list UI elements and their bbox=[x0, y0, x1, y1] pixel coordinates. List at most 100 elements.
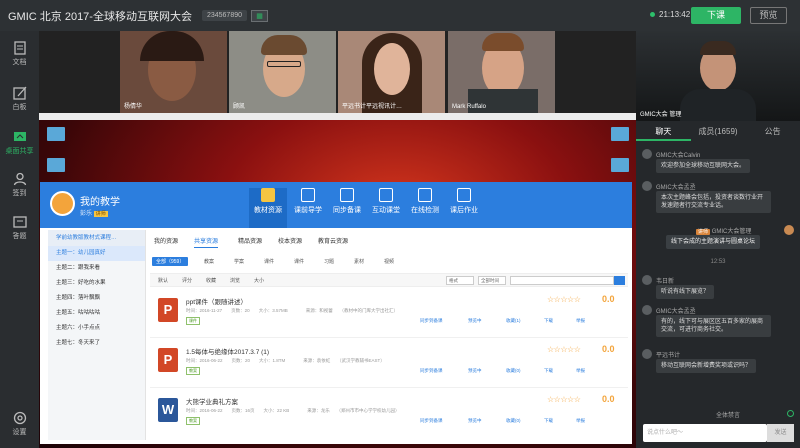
filter-all[interactable]: 全部（959） bbox=[152, 257, 189, 266]
sync-to-prep-button[interactable]: 同步到备课 bbox=[420, 368, 443, 374]
sort-size[interactable]: 大小 bbox=[254, 277, 264, 284]
nav-screen-share[interactable]: 桌面共享 bbox=[0, 130, 39, 156]
video-name: Mark Ruffalo bbox=[452, 104, 486, 110]
avatar bbox=[642, 275, 652, 285]
tab-materials[interactable]: 教材资源 bbox=[249, 188, 287, 228]
nav-quiz[interactable]: 答题 bbox=[0, 215, 39, 241]
catalog-item[interactable]: 主题三：好吃的水果 bbox=[48, 276, 145, 291]
sort-views[interactable]: 浏览 bbox=[230, 277, 240, 284]
rating-stars[interactable]: ☆☆☆☆☆ bbox=[547, 395, 581, 404]
rating-stars[interactable]: ☆☆☆☆☆ bbox=[547, 295, 581, 304]
filter-lesson-plan[interactable]: 教案 bbox=[204, 258, 214, 265]
message-user: 平远书计 bbox=[656, 353, 681, 359]
resource-name[interactable]: 大熊学业典礼方案 bbox=[186, 396, 238, 406]
video-strip: 杨倩华 顾凯 平远书计平远视讯计… Mark Ruffalo bbox=[39, 31, 636, 113]
time-select[interactable]: 全部时间 bbox=[478, 276, 506, 285]
catalog-item[interactable]: 主题六：小手点点 bbox=[48, 321, 145, 336]
tab-premium-resources[interactable]: 精品资源 bbox=[238, 236, 262, 245]
nav-whiteboard[interactable]: 白板 bbox=[0, 86, 39, 112]
catalog-item[interactable]: 主题四：落叶飘飘 bbox=[48, 291, 145, 306]
catalog-sidebar: 学前幼教版教材式课程… 主题一：幼儿园真好 主题二：跟我来看 主题三：好吃的水果… bbox=[48, 230, 146, 440]
filter-courseware-2[interactable]: 课件 bbox=[294, 258, 304, 265]
right-panel: GMIC大会 管理 聊天 成员(1659) 公告 GMIC大会Calvin 欢迎… bbox=[636, 31, 800, 448]
send-button[interactable]: 发送 bbox=[767, 424, 794, 442]
sync-to-prep-button[interactable]: 同步到备课 bbox=[420, 318, 443, 324]
filter-video[interactable]: 视频 bbox=[384, 258, 394, 265]
copy-icon[interactable]: ▦ bbox=[251, 9, 269, 22]
favorite-button[interactable]: 收藏(0) bbox=[506, 368, 521, 374]
report-button[interactable]: 举报 bbox=[576, 368, 585, 374]
mac-menu-bar bbox=[39, 113, 636, 120]
resource-name[interactable]: 1.5每体与绝缘体2017.3.7 (1) bbox=[186, 346, 269, 356]
resource-row[interactable]: P 1.5每体与绝缘体2017.3.7 (1) 时间：2016-06-22 页数… bbox=[150, 340, 628, 388]
tab-my-resources[interactable]: 我的资源 bbox=[154, 236, 178, 245]
sort-default[interactable]: 默认 bbox=[158, 277, 168, 284]
settings-icon bbox=[13, 411, 26, 425]
preview-button[interactable]: 预览 bbox=[750, 7, 787, 24]
video-tile[interactable]: 顾凯 bbox=[229, 31, 336, 113]
message-user: 韦日新 bbox=[656, 279, 675, 285]
nav-settings[interactable]: 设置 bbox=[0, 411, 39, 437]
tab-label: 课后作业 bbox=[450, 207, 478, 214]
sort-rating[interactable]: 评分 bbox=[182, 277, 192, 284]
tab-homework[interactable]: 课后作业 bbox=[445, 188, 483, 215]
tab-chat[interactable]: 聊天 bbox=[636, 123, 691, 141]
tab-label: 互动课堂 bbox=[372, 207, 400, 214]
tab-interactive-class[interactable]: 互动课堂 bbox=[367, 188, 405, 215]
resource-row[interactable]: W 大熊学业典礼方案 时间：2016-06-22 页数：16页 大小：22 KB… bbox=[150, 390, 628, 438]
catalog-item[interactable]: 主题五：咕咕咕咕 bbox=[48, 306, 145, 321]
tab-school-resources[interactable]: 校本资源 bbox=[278, 236, 302, 245]
resource-meta: 时间：2016-06-22 页数：20 大小：1.8TM 来源：袁依虹 （武汉学… bbox=[186, 358, 385, 363]
search-input[interactable] bbox=[510, 276, 614, 285]
tab-members[interactable]: 成员(1659) bbox=[691, 123, 746, 141]
filter-exercise[interactable]: 习题 bbox=[324, 258, 334, 265]
tab-online-test[interactable]: 在线检测 bbox=[406, 188, 444, 215]
resource-row[interactable]: P ppt课件（跟随讲述） 时间：2016-11-27 页数：20 大小：3.5… bbox=[150, 290, 628, 338]
sync-to-prep-button[interactable]: 同步到备课 bbox=[420, 418, 443, 424]
chat-input[interactable]: 说点什么吧～ bbox=[643, 424, 767, 442]
message-user: GMIC大会Calvin bbox=[656, 153, 701, 159]
format-select[interactable]: 格式 bbox=[446, 276, 474, 285]
folder-icon bbox=[261, 188, 275, 202]
favorite-button[interactable]: 收藏(0) bbox=[506, 418, 521, 424]
search-button[interactable] bbox=[614, 276, 625, 285]
catalog-item[interactable]: 主题一：幼儿园真好 bbox=[48, 246, 145, 261]
download-button[interactable]: 下载 bbox=[544, 368, 553, 374]
nav-document[interactable]: 文档 bbox=[0, 41, 39, 67]
resource-name[interactable]: ppt课件（跟随讲述） bbox=[186, 296, 247, 306]
tab-cloud-resources[interactable]: 教育云资源 bbox=[318, 236, 348, 245]
catalog-item[interactable]: 主题二：跟我来看 bbox=[48, 261, 145, 276]
video-tile[interactable]: 平远书计平远视讯计… bbox=[338, 31, 445, 113]
favorite-button[interactable]: 收藏(1) bbox=[506, 318, 521, 324]
avatar bbox=[642, 181, 652, 191]
download-button[interactable]: 下载 bbox=[544, 318, 553, 324]
teacher-video[interactable]: GMIC大会 管理 bbox=[636, 31, 800, 121]
tab-shared-resources[interactable]: 共享资源 bbox=[194, 236, 219, 248]
video-tile[interactable]: 杨倩华 bbox=[120, 31, 227, 113]
filter-courseware[interactable]: 课件 bbox=[264, 258, 274, 265]
catalog-selector[interactable]: 学前幼教版教材式课程… bbox=[48, 230, 145, 246]
tab-preview-guide[interactable]: 课前导学 bbox=[289, 188, 327, 215]
rating-score: 0.0 bbox=[602, 344, 615, 354]
video-tile[interactable]: Mark Ruffalo bbox=[448, 31, 555, 113]
tab-notice[interactable]: 公告 bbox=[745, 123, 800, 141]
sort-favorites[interactable]: 收藏 bbox=[206, 277, 216, 284]
document-icon bbox=[13, 41, 26, 55]
mute-toggle[interactable] bbox=[787, 410, 794, 417]
report-button[interactable]: 举报 bbox=[576, 318, 585, 324]
rating-stars[interactable]: ☆☆☆☆☆ bbox=[547, 345, 581, 354]
preview-button[interactable]: 预览中 bbox=[468, 418, 482, 424]
user-avatar bbox=[50, 191, 75, 216]
end-class-button[interactable]: 下课 bbox=[691, 7, 741, 24]
download-button[interactable]: 下载 bbox=[544, 418, 553, 424]
report-button[interactable]: 举报 bbox=[576, 418, 585, 424]
preview-button[interactable]: 预览中 bbox=[468, 318, 482, 324]
nav-checkin[interactable]: 签到 bbox=[0, 172, 39, 198]
catalog-item[interactable]: 主题七：冬天来了 bbox=[48, 336, 145, 351]
preview-button[interactable]: 预览中 bbox=[468, 368, 482, 374]
tab-lesson-prep[interactable]: 同步备课 bbox=[328, 188, 366, 215]
avatar bbox=[642, 349, 652, 359]
quiz-icon bbox=[12, 216, 27, 228]
filter-study-plan[interactable]: 学案 bbox=[234, 258, 244, 265]
filter-material[interactable]: 素材 bbox=[354, 258, 364, 265]
